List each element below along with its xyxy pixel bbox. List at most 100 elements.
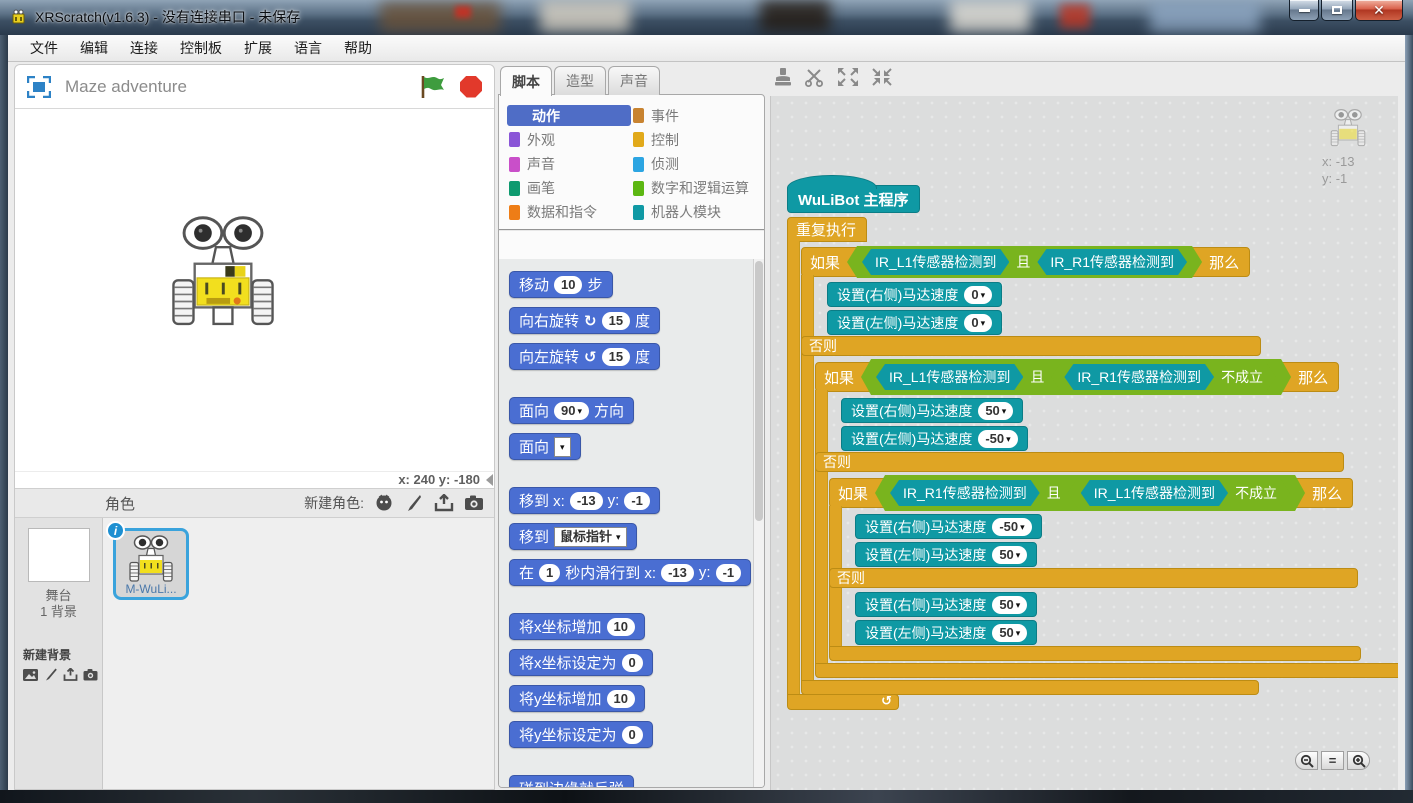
block-set-y[interactable]: 将y坐标设定为 0 bbox=[509, 721, 653, 748]
category-control[interactable]: 控制 bbox=[631, 129, 756, 150]
and-operator[interactable]: IR_L1传感器检测到 且 IR_R1传感器检测到 bbox=[847, 246, 1202, 278]
block-bounce[interactable]: 碰到边缘就反弹 bbox=[509, 775, 634, 788]
minimize-button[interactable] bbox=[1289, 0, 1319, 21]
block-input[interactable]: -13 bbox=[661, 564, 694, 582]
menu-connect[interactable]: 连接 bbox=[120, 35, 168, 61]
block-goto-xy[interactable]: 移到 x: -13 y: -1 bbox=[509, 487, 660, 514]
block-change-y[interactable]: 将y坐标增加 10 bbox=[509, 685, 645, 712]
camera-backdrop-icon[interactable] bbox=[83, 667, 98, 682]
zoom-out-button[interactable] bbox=[1295, 751, 1318, 770]
speed-dropdown[interactable]: -50▾ bbox=[992, 518, 1031, 536]
hat-block-main-program[interactable]: WuLiBot 主程序 bbox=[787, 185, 920, 213]
block-turn-left[interactable]: 向左旋转 ↺ 15 度 bbox=[509, 343, 660, 370]
backdrop-library-icon[interactable] bbox=[23, 667, 38, 682]
sensor-ir-l1[interactable]: IR_L1传感器检测到 bbox=[1081, 480, 1228, 506]
category-motion[interactable]: 动作 bbox=[507, 105, 631, 126]
speed-dropdown[interactable]: 50▾ bbox=[992, 596, 1027, 614]
block-goto[interactable]: 移到 鼠标指针▾ bbox=[509, 523, 637, 550]
paint-backdrop-icon[interactable] bbox=[43, 667, 58, 682]
grow-icon[interactable] bbox=[836, 66, 860, 88]
forever-spine[interactable] bbox=[787, 241, 800, 694]
block-dropdown[interactable]: 鼠标指针▾ bbox=[554, 527, 627, 547]
sprite-card[interactable]: i M-WuLi... bbox=[113, 528, 189, 600]
speed-dropdown[interactable]: 0▾ bbox=[964, 314, 992, 332]
tab-scripts[interactable]: 脚本 bbox=[500, 66, 552, 96]
sensor-ir-l1[interactable]: IR_L1传感器检测到 bbox=[862, 249, 1009, 275]
not-operator[interactable]: IR_L1传感器检测到 不成立 bbox=[1068, 478, 1290, 508]
tab-costumes[interactable]: 造型 bbox=[554, 66, 606, 95]
set-right-motor-block[interactable]: 设置(右侧)马达速度 50▾ bbox=[841, 398, 1023, 423]
paint-new-sprite-icon[interactable] bbox=[404, 493, 424, 513]
category-operators[interactable]: 数字和逻辑运算 bbox=[631, 178, 756, 199]
script-area[interactable]: WuLiBot 主程序 重复执行 ↺ 如果 IR_L1传感器检测到 且 IR_R… bbox=[770, 96, 1398, 790]
menu-extensions[interactable]: 扩展 bbox=[234, 35, 282, 61]
and-operator[interactable]: IR_R1传感器检测到 且 IR_L1传感器检测到 不成立 bbox=[875, 475, 1305, 511]
block-dropdown[interactable]: ▾ bbox=[554, 437, 571, 457]
set-right-motor-block[interactable]: 设置(右侧)马达速度 50▾ bbox=[855, 592, 1037, 617]
if-else-block-3[interactable]: 如果 IR_R1传感器检测到 且 IR_L1传感器检测到 不成立 那么 bbox=[829, 478, 1353, 508]
camera-sprite-icon[interactable] bbox=[464, 493, 484, 513]
speed-dropdown[interactable]: 50▾ bbox=[978, 402, 1013, 420]
sensor-ir-r1[interactable]: IR_R1传感器检测到 bbox=[1037, 249, 1187, 275]
collapse-arrow-icon[interactable] bbox=[486, 474, 493, 486]
palette-scrollbar-thumb[interactable] bbox=[755, 261, 763, 521]
new-sprite-library-icon[interactable] bbox=[374, 493, 394, 513]
if-bottom-2[interactable] bbox=[815, 663, 1398, 678]
block-input[interactable]: 1 bbox=[539, 564, 560, 582]
block-input[interactable]: 10 bbox=[554, 276, 582, 294]
if-bottom-3[interactable] bbox=[829, 646, 1361, 661]
block-glide[interactable]: 在 1 秒内滑行到 x: -13 y: -1 bbox=[509, 559, 751, 586]
else-bar-2[interactable]: 否则 bbox=[815, 452, 1344, 472]
category-events[interactable]: 事件 bbox=[631, 105, 756, 126]
category-sensing[interactable]: 侦测 bbox=[631, 153, 756, 174]
zoom-in-button[interactable] bbox=[1347, 751, 1370, 770]
forever-bottom[interactable]: ↺ bbox=[787, 694, 899, 710]
category-sound[interactable]: 声音 bbox=[507, 153, 631, 174]
upload-backdrop-icon[interactable] bbox=[63, 667, 78, 682]
if-bottom-1[interactable] bbox=[801, 680, 1259, 695]
not-operator[interactable]: IR_R1传感器检测到 不成立 bbox=[1051, 362, 1276, 392]
set-left-motor-block[interactable]: 设置(左侧)马达速度 50▾ bbox=[855, 620, 1037, 645]
set-left-motor-block[interactable]: 设置(左侧)马达速度 -50▾ bbox=[841, 426, 1028, 451]
speed-dropdown[interactable]: -50▾ bbox=[978, 430, 1017, 448]
stop-icon[interactable] bbox=[460, 76, 482, 98]
forever-block[interactable]: 重复执行 bbox=[787, 217, 867, 242]
stamp-icon[interactable] bbox=[772, 66, 794, 88]
upload-sprite-icon[interactable] bbox=[434, 493, 454, 513]
stage-view[interactable] bbox=[15, 109, 494, 471]
menu-edit[interactable]: 编辑 bbox=[70, 35, 118, 61]
if-spine[interactable] bbox=[815, 390, 828, 663]
fullscreen-icon[interactable] bbox=[27, 76, 51, 98]
set-left-motor-block[interactable]: 设置(左侧)马达速度 0▾ bbox=[827, 310, 1002, 335]
speed-dropdown[interactable]: 0▾ bbox=[964, 286, 992, 304]
block-point-direction[interactable]: 面向 90▾ 方向 bbox=[509, 397, 634, 424]
block-input[interactable]: -13 bbox=[570, 492, 603, 510]
block-input[interactable]: 10 bbox=[607, 618, 635, 636]
menu-language[interactable]: 语言 bbox=[284, 35, 332, 61]
sprite-info-icon[interactable]: i bbox=[106, 521, 125, 540]
menu-board[interactable]: 控制板 bbox=[170, 35, 232, 61]
close-button[interactable]: ✕ bbox=[1355, 0, 1403, 21]
menu-file[interactable]: 文件 bbox=[20, 35, 68, 61]
block-input[interactable]: 0 bbox=[622, 654, 643, 672]
block-move-steps[interactable]: 移动 10 步 bbox=[509, 271, 613, 298]
if-else-block-1[interactable]: 如果 IR_L1传感器检测到 且 IR_R1传感器检测到 那么 bbox=[801, 247, 1250, 277]
block-input[interactable]: 0 bbox=[622, 726, 643, 744]
block-input[interactable]: -1 bbox=[716, 564, 742, 582]
else-bar-3[interactable]: 否则 bbox=[829, 568, 1358, 588]
and-operator[interactable]: IR_L1传感器检测到 且 IR_R1传感器检测到 不成立 bbox=[861, 359, 1291, 395]
sensor-ir-l1[interactable]: IR_L1传感器检测到 bbox=[876, 364, 1023, 390]
robot-sprite[interactable] bbox=[163, 213, 283, 331]
block-point-towards[interactable]: 面向 ▾ bbox=[509, 433, 581, 460]
green-flag-icon[interactable] bbox=[420, 75, 446, 99]
category-data[interactable]: 数据和指令 bbox=[507, 202, 631, 223]
else-bar-1[interactable]: 否则 bbox=[801, 336, 1261, 356]
sensor-ir-r1[interactable]: IR_R1传感器检测到 bbox=[890, 480, 1040, 506]
block-input[interactable]: 15 bbox=[602, 348, 630, 366]
category-looks[interactable]: 外观 bbox=[507, 129, 631, 150]
set-right-motor-block[interactable]: 设置(右侧)马达速度 -50▾ bbox=[855, 514, 1042, 539]
speed-dropdown[interactable]: 50▾ bbox=[992, 546, 1027, 564]
block-input[interactable]: -1 bbox=[624, 492, 650, 510]
block-change-x[interactable]: 将x坐标增加 10 bbox=[509, 613, 645, 640]
block-turn-right[interactable]: 向右旋转 ↻ 15 度 bbox=[509, 307, 660, 334]
